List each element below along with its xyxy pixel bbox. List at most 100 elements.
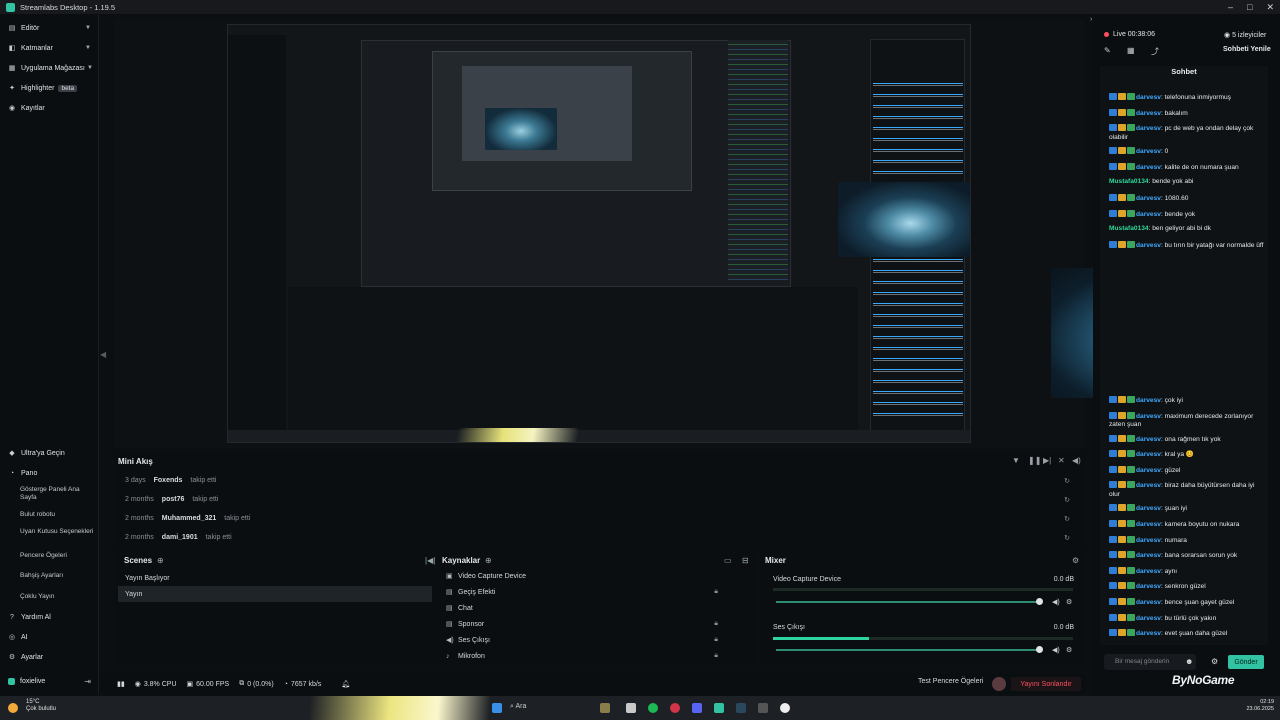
sidebar-item-ultra[interactable]: ◆ Ultra'ya Geçin	[0, 447, 99, 459]
chat-username[interactable]: darvesv	[1136, 505, 1161, 512]
emoji-icon[interactable]: ☻	[1185, 657, 1193, 666]
sidebar-item-user[interactable]: foxielive ⇥	[0, 675, 99, 687]
obs-icon[interactable]	[780, 703, 790, 713]
sidebar-item-editor[interactable]: ▤ Editör ▼	[0, 22, 99, 34]
test-widgets-button[interactable]: Test Pencere Ögeleri	[918, 678, 983, 685]
system-clock[interactable]: 02:19 23.06.2025	[1240, 699, 1274, 713]
chat-username[interactable]: darvesv	[1136, 164, 1161, 171]
pause-icon[interactable]: ❚❚	[1028, 456, 1041, 465]
add-source-icon[interactable]: ⊕	[485, 556, 492, 565]
expand-icon[interactable]: ›	[1090, 16, 1092, 23]
chat-username[interactable]: darvesv	[1136, 599, 1161, 606]
chat-username[interactable]: darvesv	[1136, 125, 1161, 132]
sidebar-item-recordings[interactable]: ◉ Kayıtlar	[0, 102, 99, 114]
performance-icon[interactable]: ▮▮	[117, 680, 125, 688]
sidebar-sub-multistream[interactable]: Çoklu Yayın	[20, 593, 95, 601]
source-item[interactable]: ▤ Sponsor 🔒︎	[446, 616, 752, 632]
streamlabs-taskbar-icon[interactable]	[714, 703, 724, 713]
repeat-alert-icon[interactable]: ↻	[1064, 534, 1070, 542]
lock-icon[interactable]: 🔒︎	[714, 588, 718, 596]
mixer-settings-icon[interactable]: ⚙	[1072, 556, 1079, 565]
end-stream-button[interactable]: Yayını Sonlandır	[1011, 677, 1081, 691]
sidebar-item-ai[interactable]: ◎ AI	[0, 631, 99, 643]
chat-username[interactable]: darvesv	[1136, 451, 1161, 458]
record-button[interactable]	[992, 677, 1006, 691]
chat-username[interactable]: darvesv	[1136, 413, 1161, 420]
sidebar-sub-dashboard-home[interactable]: Gösterge Paneli Ana Sayfa	[20, 486, 95, 502]
chat-username[interactable]: darvesv	[1136, 397, 1161, 404]
repeat-alert-icon[interactable]: ↻	[1064, 515, 1070, 523]
taskbar-search[interactable]: ⌕ Ara	[510, 703, 526, 711]
chat-input[interactable]: Bir mesaj gönderin	[1104, 654, 1196, 670]
add-scene-icon[interactable]: ⊕	[157, 556, 164, 565]
close-button[interactable]: ✕	[1266, 2, 1274, 13]
logout-icon[interactable]: ⇥	[84, 677, 91, 686]
chat-username[interactable]: darvesv	[1136, 630, 1161, 637]
repeat-alert-icon[interactable]: ↻	[1064, 477, 1070, 485]
source-item[interactable]: ▣ Video Capture Device	[446, 568, 752, 584]
chat-username[interactable]: Mustafa0134	[1109, 178, 1149, 185]
minimize-button[interactable]: –	[1228, 2, 1233, 12]
chat-username[interactable]: darvesv	[1136, 552, 1161, 559]
spotify-icon[interactable]	[648, 703, 658, 713]
volume-icon[interactable]: ◀)	[1072, 456, 1081, 465]
skip-icon[interactable]: ▶|	[1043, 456, 1051, 465]
speaker-icon[interactable]: ◀)	[1052, 598, 1060, 606]
send-button[interactable]: Gönder	[1228, 655, 1264, 669]
chat-username[interactable]: darvesv	[1136, 94, 1161, 101]
notepad-icon[interactable]	[626, 703, 636, 713]
sidebar-sub-widgets[interactable]: Pencere Ögeleri	[20, 552, 95, 560]
lock-icon[interactable]: 🔒︎	[714, 652, 718, 660]
weather-widget[interactable]: 15°C Çok bulutlu	[26, 699, 56, 713]
volume-slider[interactable]	[776, 646, 1043, 653]
opera-icon[interactable]	[670, 703, 680, 713]
chat-username[interactable]: darvesv	[1136, 467, 1161, 474]
sidebar-sub-tip-settings[interactable]: Bahşiş Ayarları	[20, 572, 95, 580]
chat-username[interactable]: Mustafa0134	[1109, 225, 1149, 232]
file-explorer-icon[interactable]	[600, 703, 610, 713]
source-item[interactable]: ▤ Chat	[446, 600, 752, 616]
chat-username[interactable]: darvesv	[1136, 242, 1161, 249]
scene-item-selected[interactable]: Yayın	[118, 586, 432, 602]
windows-start-icon[interactable]	[492, 703, 502, 713]
chat-username[interactable]: darvesv	[1136, 436, 1161, 443]
share-icon[interactable]: ⤴	[1151, 46, 1159, 57]
weather-icon[interactable]	[8, 703, 18, 713]
app-icon[interactable]	[758, 703, 768, 713]
gear-icon[interactable]: ⚙	[1066, 598, 1072, 606]
chat-username[interactable]: darvesv	[1136, 521, 1161, 528]
source-panel-icon[interactable]: |◀|	[425, 556, 435, 565]
chat-username[interactable]: darvesv	[1136, 211, 1161, 218]
chat-username[interactable]: darvesv	[1136, 482, 1161, 489]
gear-icon[interactable]: ⚙	[1066, 646, 1072, 654]
folder-icon[interactable]: ▭	[724, 556, 732, 565]
filter-icon[interactable]: ▼	[1012, 456, 1020, 465]
chat-username[interactable]: darvesv	[1136, 148, 1161, 155]
sidebar-item-pano[interactable]: ◔ Pano	[0, 467, 99, 479]
chat-username[interactable]: darvesv	[1136, 615, 1161, 622]
sidebar-sub-alertbox[interactable]: Uyarı Kutusu Seçenekleri	[20, 528, 95, 536]
speaker-icon[interactable]: ◀)	[1052, 646, 1060, 654]
chat-username[interactable]: darvesv	[1136, 583, 1161, 590]
sidebar-item-help[interactable]: ? Yardım Al	[0, 611, 99, 623]
lock-icon[interactable]: 🔒︎	[714, 620, 718, 628]
notification-icon[interactable]: 🔔︎	[341, 680, 350, 688]
repeat-alert-icon[interactable]: ↻	[1064, 496, 1070, 504]
maximize-button[interactable]: □	[1247, 2, 1252, 12]
mute-icon[interactable]: ✕	[1058, 456, 1065, 465]
discord-icon[interactable]	[692, 703, 702, 713]
refresh-chat-button[interactable]: Sohbeti Yenile	[1223, 46, 1271, 53]
dashboard-icon[interactable]: ▦	[1127, 46, 1135, 55]
sidebar-item-layers[interactable]: ◧ Katmanlar ▼	[0, 42, 99, 54]
collapse-sidebar-icon[interactable]: ◀	[100, 350, 106, 359]
sidebar-sub-cloudbot[interactable]: Bulut robotu	[20, 511, 95, 519]
chat-username[interactable]: darvesv	[1136, 568, 1161, 575]
chat-username[interactable]: darvesv	[1136, 195, 1161, 202]
chat-settings-icon[interactable]: ⚙	[1211, 657, 1218, 666]
source-item[interactable]: ♪ Mikrofon 🔒︎	[446, 648, 752, 664]
chat-username[interactable]: darvesv	[1136, 110, 1161, 117]
sidebar-item-highlighter[interactable]: ✦ Highlighter beta	[0, 82, 99, 94]
edit-icon[interactable]: ✎	[1104, 46, 1111, 55]
sidebar-item-settings[interactable]: ⚙ Ayarlar	[0, 651, 99, 663]
source-item[interactable]: ◀) Ses Çıkışı 🔒︎	[446, 632, 752, 648]
